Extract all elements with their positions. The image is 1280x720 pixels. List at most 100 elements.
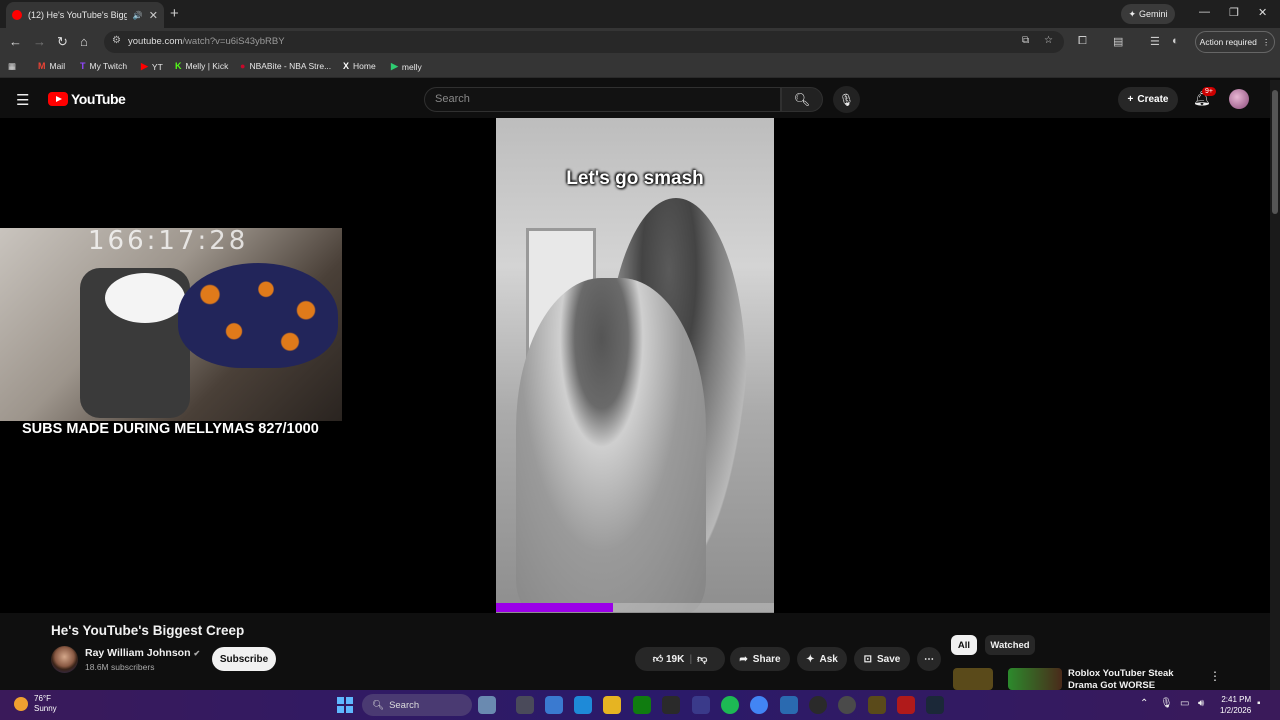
action-required-button[interactable]: Action required ⋮ — [1195, 31, 1275, 53]
volume-tray-icon[interactable]: 🔊︎ — [1198, 698, 1204, 709]
bookmark-star-icon[interactable]: ☆ — [1044, 35, 1053, 46]
bookmark-label: Home — [353, 61, 376, 71]
search-input[interactable] — [425, 88, 780, 110]
search-field[interactable] — [424, 87, 781, 112]
reading-list-icon[interactable]: ☰ — [1150, 35, 1160, 48]
xbox-icon[interactable] — [633, 696, 651, 714]
windows-start-icon[interactable] — [337, 697, 353, 713]
subscribe-button[interactable]: Subscribe — [212, 647, 276, 671]
widgets-app-icon[interactable] — [478, 696, 496, 714]
ask-button[interactable]: ✦ Ask — [797, 647, 847, 671]
recommendation-menu-icon[interactable]: ⋮ — [1209, 669, 1221, 683]
media-player-icon[interactable] — [809, 696, 827, 714]
like-count: 19K — [665, 654, 685, 665]
minimize-icon[interactable]: — — [1199, 6, 1210, 18]
notification-center-icon[interactable]: ▪ — [1257, 698, 1261, 709]
recommendation-title[interactable]: Roblox YouTuber Steak Drama Got WORSE — [1068, 668, 1203, 690]
home-icon[interactable]: ⌂ — [80, 34, 88, 49]
plus-icon: + — [1127, 94, 1134, 105]
install-app-icon[interactable]: ⧉ — [1022, 35, 1029, 46]
close-window-icon[interactable]: ✕ — [1258, 6, 1267, 19]
speaker-icon[interactable]: 🔊 — [133, 11, 143, 20]
bookmark-item[interactable]: ▶ melly — [391, 61, 422, 72]
system-clock[interactable]: 2:41 PM 1/2/2026 — [1220, 694, 1251, 716]
profile-extension-icon[interactable]: ◐ — [1172, 35, 1179, 47]
recommendation-thumbnail[interactable] — [953, 668, 993, 690]
apps-grid-icon[interactable]: ▦ — [8, 61, 16, 72]
create-button[interactable]: + Create — [1118, 87, 1178, 112]
new-tab-button[interactable]: + — [170, 5, 179, 22]
back-icon[interactable]: ← — [9, 34, 22, 49]
gemini-label: Gemini — [1139, 9, 1168, 19]
extensions-icon[interactable]: ⧠ — [1078, 35, 1087, 48]
spotify-icon[interactable] — [721, 696, 739, 714]
bookmark-label: melly — [401, 61, 422, 72]
task-view-icon[interactable] — [516, 696, 534, 714]
dislike-button[interactable]: 👎︎ — [697, 653, 707, 665]
url-text[interactable]: youtube.com/watch?v=u6iS43ybRBY — [128, 36, 285, 47]
kebab-menu-icon[interactable]: ⋮ — [1262, 37, 1271, 48]
scrollbar-thumb[interactable] — [1272, 90, 1278, 214]
capcut-icon[interactable] — [838, 696, 856, 714]
video-info-section: He's YouTube's Biggest Creep Ray William… — [0, 613, 1270, 690]
channel-avatar[interactable] — [51, 646, 78, 673]
close-tab-icon[interactable]: ✕ — [149, 9, 158, 22]
bookmark-item[interactable]: X Home — [343, 61, 376, 71]
red-app-icon[interactable] — [897, 696, 915, 714]
display-tray-icon[interactable]: ▭ — [1180, 698, 1189, 709]
page-scrollbar[interactable] — [1270, 80, 1280, 690]
forward-icon[interactable]: → — [33, 34, 46, 49]
recommendation-thumbnail[interactable] — [1008, 668, 1062, 690]
restore-icon[interactable]: ❐ — [1229, 6, 1239, 19]
channel-name[interactable]: Ray William Johnson ✔ — [85, 647, 200, 659]
tray-overflow-icon[interactable]: ⌃ — [1140, 698, 1148, 709]
chip-all[interactable]: All — [951, 635, 977, 655]
microphone-tray-icon[interactable]: 🎙︎ — [1160, 698, 1173, 709]
more-actions-button[interactable]: ⋯ — [917, 647, 941, 671]
save-button[interactable]: ⊡ Save — [854, 647, 910, 671]
taskbar-search[interactable]: 🔍︎ Search — [362, 694, 472, 716]
obs-icon[interactable] — [662, 696, 680, 714]
bookmark-item[interactable]: M Mail — [38, 61, 65, 71]
search-button[interactable]: 🔍︎ — [781, 87, 823, 112]
bookmark-item[interactable]: K Melly | Kick — [175, 61, 228, 71]
sidebar-icon[interactable]: ▤ — [1113, 35, 1123, 48]
site-info-icon[interactable]: ⚙ — [112, 35, 121, 46]
reload-icon[interactable]: ↻ — [57, 34, 68, 50]
edge-icon[interactable] — [574, 696, 592, 714]
store-icon[interactable] — [692, 696, 710, 714]
share-button[interactable]: ➦ Share — [730, 647, 790, 671]
thumbs-up-icon: 👍︎ — [652, 654, 664, 665]
active-tab[interactable]: (12) He's YouTube's Biggest Creep 🔊 ✕ — [6, 2, 164, 28]
copilot-icon[interactable] — [545, 696, 563, 714]
chip-watched[interactable]: Watched — [985, 635, 1035, 655]
video-player[interactable]: Let's go smash 166:17:28 SUBS MADE DURIN… — [0, 118, 1270, 613]
subscriber-count: 18.6M subscribers — [85, 662, 155, 672]
file-explorer-icon[interactable] — [603, 696, 621, 714]
minecraft-icon[interactable] — [868, 696, 886, 714]
bookmark-item[interactable]: ▶ YT — [141, 61, 163, 72]
voice-search-button[interactable]: 🎙︎ — [833, 86, 860, 113]
video-frame[interactable]: Let's go smash — [496, 118, 774, 613]
bookmark-item[interactable]: ● NBABite - NBA Stre... — [240, 61, 331, 71]
address-bar[interactable]: ⚙ youtube.com/watch?v=u6iS43ybRBY ⧉ ☆ — [104, 31, 1064, 53]
weather-widget[interactable]: 76°F Sunny — [14, 694, 57, 714]
subs-counter-text: SUBS MADE DURING MELLYMAS 827/1000 — [22, 421, 319, 437]
steam-icon[interactable] — [926, 696, 944, 714]
account-avatar[interactable] — [1229, 89, 1249, 109]
gemini-button[interactable]: ✦ Gemini — [1121, 4, 1175, 24]
like-button[interactable]: 👍︎ 19K — [653, 653, 685, 665]
progress-bar[interactable] — [496, 603, 774, 612]
youtube-logo[interactable]: YouTube — [48, 91, 126, 107]
progress-fill — [496, 603, 613, 612]
hamburger-menu-icon[interactable]: ☰ — [16, 91, 29, 109]
weather-condition: Sunny — [34, 704, 57, 713]
chrome-icon[interactable] — [750, 696, 768, 714]
bookmark-item[interactable]: T My Twitch — [80, 61, 127, 71]
photos-icon[interactable] — [780, 696, 798, 714]
verified-check-icon: ✔ — [193, 648, 201, 658]
notification-badge: 9+ — [1202, 87, 1216, 96]
more-dots-icon: ⋯ — [924, 653, 934, 665]
webcam-overlay: 166:17:28 — [0, 228, 342, 421]
bookmark-favicon-icon: ● — [240, 61, 246, 71]
